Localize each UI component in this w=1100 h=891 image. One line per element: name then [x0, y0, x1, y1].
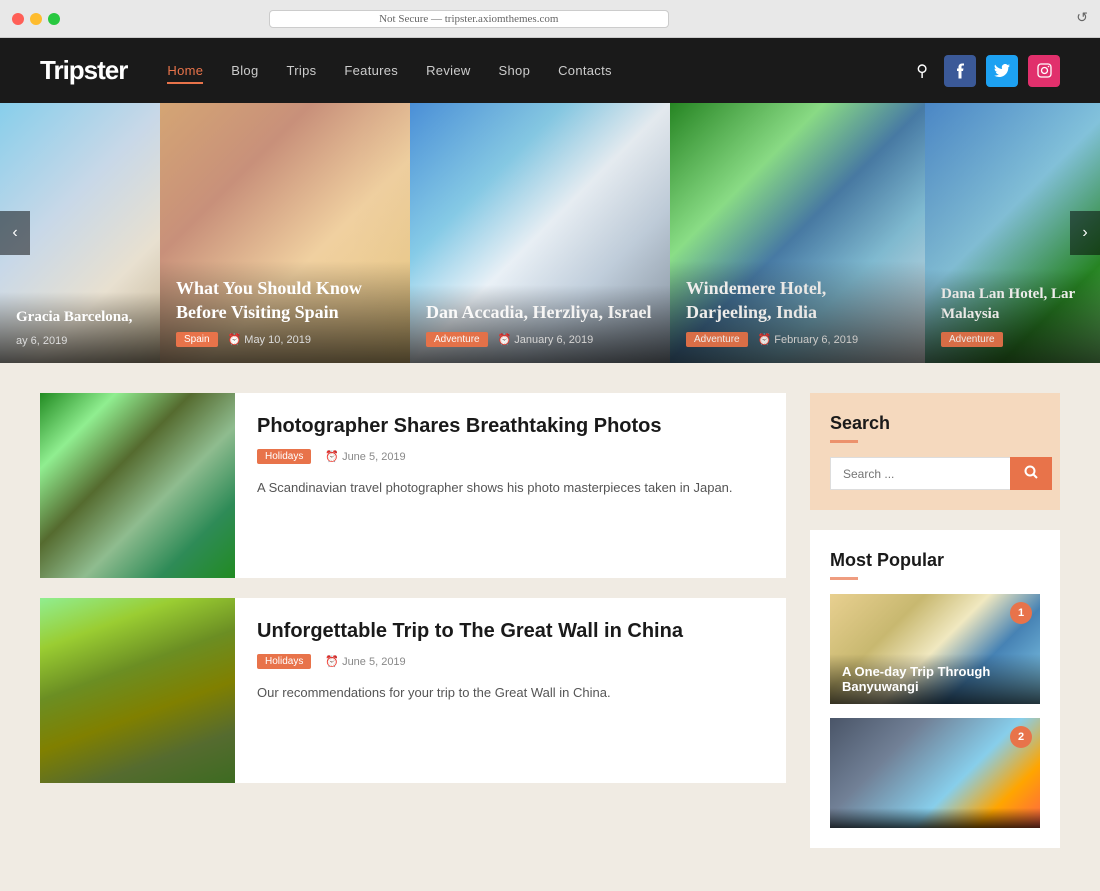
popular-item-2-overlay — [830, 808, 1040, 828]
article-1-meta: Holidays ⏰June 5, 2019 — [257, 449, 764, 464]
slide-2-meta: Spain ⏰May 10, 2019 — [176, 332, 394, 347]
twitter-button[interactable] — [986, 55, 1018, 87]
main-nav: Home Blog Trips Features Review Shop Con… — [167, 63, 916, 78]
popular-item-2-number: 2 — [1010, 726, 1032, 748]
header-right: ⚲ — [916, 55, 1060, 87]
site-header: Tripster Home Blog Trips Features Review… — [0, 38, 1100, 103]
articles-content: Photographer Shares Breathtaking Photos … — [40, 393, 786, 848]
slide-4-date: ⏰February 6, 2019 — [758, 333, 858, 346]
search-icon[interactable]: ⚲ — [916, 61, 928, 81]
article-1-image — [40, 393, 235, 578]
search-widget-underline — [830, 440, 858, 443]
popular-widget-underline — [830, 577, 858, 580]
slide-3[interactable]: Dan Accadia, Herzliya, Israel Adventure … — [410, 103, 670, 363]
slide-2-tag: Spain — [176, 332, 218, 347]
main-area: Photographer Shares Breathtaking Photos … — [0, 363, 1100, 878]
article-2-date: ⏰June 5, 2019 — [325, 655, 405, 668]
slide-3-title: Dan Accadia, Herzliya, Israel — [426, 301, 654, 324]
close-button[interactable] — [12, 13, 24, 25]
article-2-body: Unforgettable Trip to The Great Wall in … — [235, 598, 786, 783]
slide-5-tag: Adventure — [941, 332, 1003, 347]
facebook-button[interactable] — [944, 55, 976, 87]
article-2-image — [40, 598, 235, 783]
slide-2-date: ⏰May 10, 2019 — [228, 333, 311, 346]
popular-item-1-overlay: A One-day Trip Through Banyuwangi — [830, 654, 1040, 704]
logo-part2: ster — [84, 55, 128, 85]
popular-widget: Most Popular 1 A One-day Trip Through Ba… — [810, 530, 1060, 848]
article-1-tag[interactable]: Holidays — [257, 449, 311, 464]
popular-item-1-number: 1 — [1010, 602, 1032, 624]
slide-5-title: Dana Lan Hotel, Lar Malaysia — [941, 285, 1100, 324]
slide-4-tag: Adventure — [686, 332, 748, 347]
search-input[interactable] — [830, 457, 1010, 490]
article-card-2: Unforgettable Trip to The Great Wall in … — [40, 598, 786, 783]
article-2-meta: Holidays ⏰June 5, 2019 — [257, 654, 764, 669]
browser-chrome: Not Secure — tripster.axiomthemes.com ↺ — [0, 0, 1100, 38]
slide-4[interactable]: Windemere Hotel, Darjeeling, India Adven… — [670, 103, 925, 363]
slide-1-date: ay 6, 2019 — [16, 335, 67, 347]
traffic-lights — [12, 13, 60, 25]
slider-next-button[interactable]: › — [1070, 211, 1100, 255]
site-logo[interactable]: Tripster — [40, 55, 127, 86]
nav-review[interactable]: Review — [426, 63, 470, 78]
url-bar[interactable]: Not Secure — tripster.axiomthemes.com — [269, 10, 669, 28]
nav-blog[interactable]: Blog — [231, 63, 258, 78]
slide-4-title: Windemere Hotel, Darjeeling, India — [686, 277, 909, 324]
reload-button[interactable]: ↺ — [1076, 10, 1088, 27]
nav-features[interactable]: Features — [344, 63, 398, 78]
slide-2-title: What You Should Know Before Visiting Spa… — [176, 277, 394, 324]
instagram-button[interactable] — [1028, 55, 1060, 87]
search-widget-title: Search — [830, 413, 1040, 434]
article-2-tag[interactable]: Holidays — [257, 654, 311, 669]
nav-trips[interactable]: Trips — [287, 63, 317, 78]
maximize-button[interactable] — [48, 13, 60, 25]
search-row — [830, 457, 1040, 490]
minimize-button[interactable] — [30, 13, 42, 25]
slide-3-overlay: Dan Accadia, Herzliya, Israel Adventure … — [410, 285, 670, 363]
nav-shop[interactable]: Shop — [499, 63, 531, 78]
article-1-date: ⏰June 5, 2019 — [325, 450, 405, 463]
article-card-1: Photographer Shares Breathtaking Photos … — [40, 393, 786, 578]
slider-prev-button[interactable]: ‹ — [0, 211, 30, 255]
slide-1-title: Gracia Barcelona, — [16, 308, 144, 328]
slide-1-meta: ay 6, 2019 — [16, 335, 144, 347]
nav-contacts[interactable]: Contacts — [558, 63, 612, 78]
slides-container: Gracia Barcelona, ay 6, 2019 What You Sh… — [0, 103, 1100, 363]
slide-2[interactable]: What You Should Know Before Visiting Spa… — [160, 103, 410, 363]
logo-part1: Trip — [40, 55, 84, 85]
slide-2-overlay: What You Should Know Before Visiting Spa… — [160, 261, 410, 363]
slide-1-overlay: Gracia Barcelona, ay 6, 2019 — [0, 292, 160, 364]
slide-4-overlay: Windemere Hotel, Darjeeling, India Adven… — [670, 261, 925, 363]
article-1-body: Photographer Shares Breathtaking Photos … — [235, 393, 786, 578]
slide-3-tag: Adventure — [426, 332, 488, 347]
article-2-title[interactable]: Unforgettable Trip to The Great Wall in … — [257, 618, 764, 644]
site-wrapper: Tripster Home Blog Trips Features Review… — [0, 38, 1100, 878]
article-2-description: Our recommendations for your trip to the… — [257, 683, 764, 704]
search-widget: Search — [810, 393, 1060, 510]
popular-item-2[interactable]: 2 — [830, 718, 1040, 828]
popular-item-1-title: A One-day Trip Through Banyuwangi — [842, 664, 1028, 694]
article-1-title[interactable]: Photographer Shares Breathtaking Photos — [257, 413, 764, 439]
slide-5-meta: Adventure — [941, 332, 1100, 347]
popular-item-1[interactable]: 1 A One-day Trip Through Banyuwangi — [830, 594, 1040, 704]
slide-3-meta: Adventure ⏰January 6, 2019 — [426, 332, 654, 347]
nav-home[interactable]: Home — [167, 63, 203, 78]
hero-slider: ‹ Gracia Barcelona, ay 6, 2019 What You … — [0, 103, 1100, 363]
sidebar: Search Most Popular 1 A One-day Tr — [810, 393, 1060, 848]
search-submit-button[interactable] — [1010, 457, 1052, 490]
slide-3-date: ⏰January 6, 2019 — [498, 333, 594, 346]
slide-4-meta: Adventure ⏰February 6, 2019 — [686, 332, 909, 347]
slide-5-overlay: Dana Lan Hotel, Lar Malaysia Adventure — [925, 269, 1100, 363]
popular-widget-title: Most Popular — [830, 550, 1040, 571]
article-1-description: A Scandinavian travel photographer shows… — [257, 478, 764, 499]
